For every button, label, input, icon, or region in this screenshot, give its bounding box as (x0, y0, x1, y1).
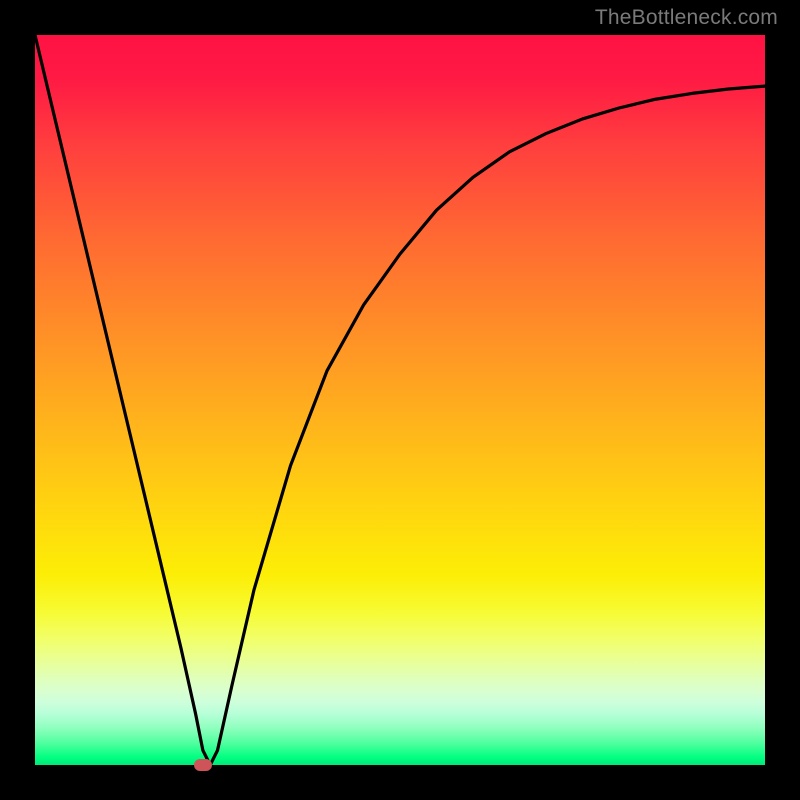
bottleneck-curve (35, 35, 765, 765)
plot-area (35, 35, 765, 765)
curve-minimum-marker (194, 759, 212, 771)
chart-frame: TheBottleneck.com (0, 0, 800, 800)
watermark-text: TheBottleneck.com (595, 6, 778, 30)
